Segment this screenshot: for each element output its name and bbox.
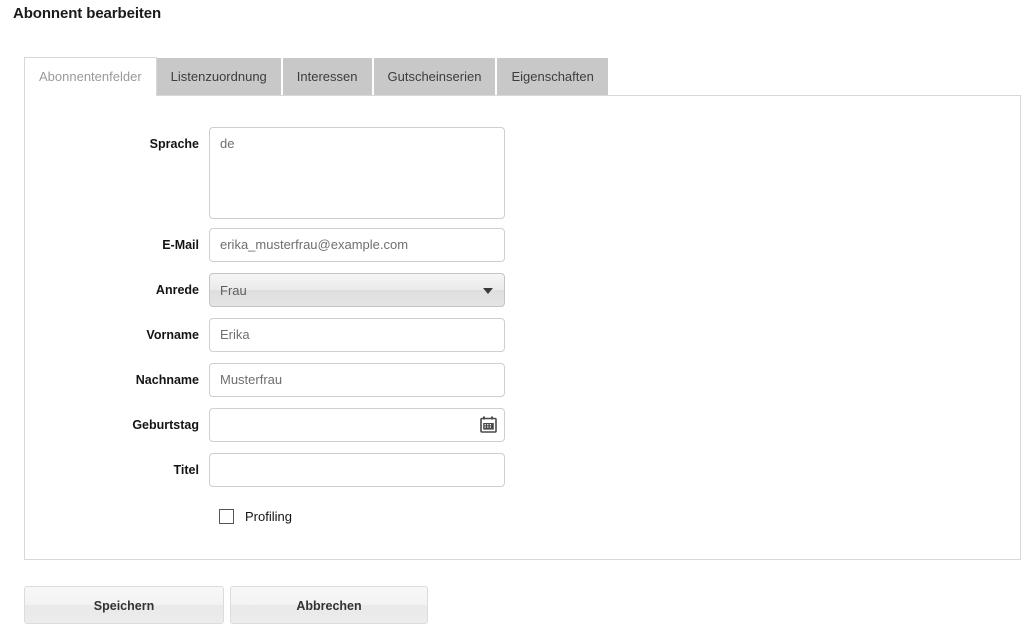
geburtstag-field[interactable] [209, 408, 505, 442]
label-nachname: Nachname [25, 373, 209, 387]
tab-listenzuordnung[interactable]: Listenzuordnung [157, 58, 281, 96]
tab-label: Gutscheinserien [388, 69, 482, 84]
label-email: E-Mail [25, 238, 209, 252]
tab-label: Interessen [297, 69, 358, 84]
titel-field[interactable] [209, 453, 505, 487]
tab-label: Abonnentenfelder [39, 69, 142, 84]
tab-abonnentenfelder[interactable]: Abonnentenfelder [24, 57, 157, 96]
label-sprache: Sprache [25, 127, 209, 161]
tab-eigenschaften[interactable]: Eigenschaften [497, 58, 607, 96]
form-row-geburtstag: Geburtstag [25, 408, 505, 442]
sprache-textarea[interactable] [209, 127, 505, 219]
nachname-field[interactable] [209, 363, 505, 397]
profiling-label: Profiling [245, 509, 292, 524]
tab-bar: Abonnentenfelder Listenzuordnung Interes… [24, 57, 1021, 96]
form-row-email: E-Mail [25, 228, 505, 262]
cancel-button[interactable]: Abbrechen [230, 586, 428, 624]
profiling-checkbox-row: Profiling [219, 509, 292, 524]
form-row-vorname: Vorname [25, 318, 505, 352]
form-row-sprache: Sprache [25, 127, 505, 219]
anrede-select[interactable]: Frau [209, 273, 505, 307]
vorname-field[interactable] [209, 318, 505, 352]
form-row-anrede: Anrede Frau [25, 273, 505, 307]
tab-gutscheinserien[interactable]: Gutscheinserien [374, 58, 496, 96]
tab-panel-abonnentenfelder: Sprache E-Mail Anrede Frau Vorname Nachn [24, 95, 1021, 560]
save-button[interactable]: Speichern [24, 586, 224, 624]
anrede-select-wrapper: Frau [209, 273, 505, 307]
page-title: Abonnent bearbeiten [13, 5, 161, 22]
label-geburtstag: Geburtstag [25, 418, 209, 432]
email-field[interactable] [209, 228, 505, 262]
form-row-nachname: Nachname [25, 363, 505, 397]
form-row-titel: Titel [25, 453, 505, 487]
label-titel: Titel [25, 463, 209, 477]
profiling-checkbox[interactable] [219, 509, 234, 524]
geburtstag-wrapper [209, 408, 505, 442]
tab-label: Eigenschaften [511, 69, 593, 84]
label-vorname: Vorname [25, 328, 209, 342]
label-anrede: Anrede [25, 283, 209, 297]
tab-label: Listenzuordnung [171, 69, 267, 84]
tab-interessen[interactable]: Interessen [283, 58, 372, 96]
